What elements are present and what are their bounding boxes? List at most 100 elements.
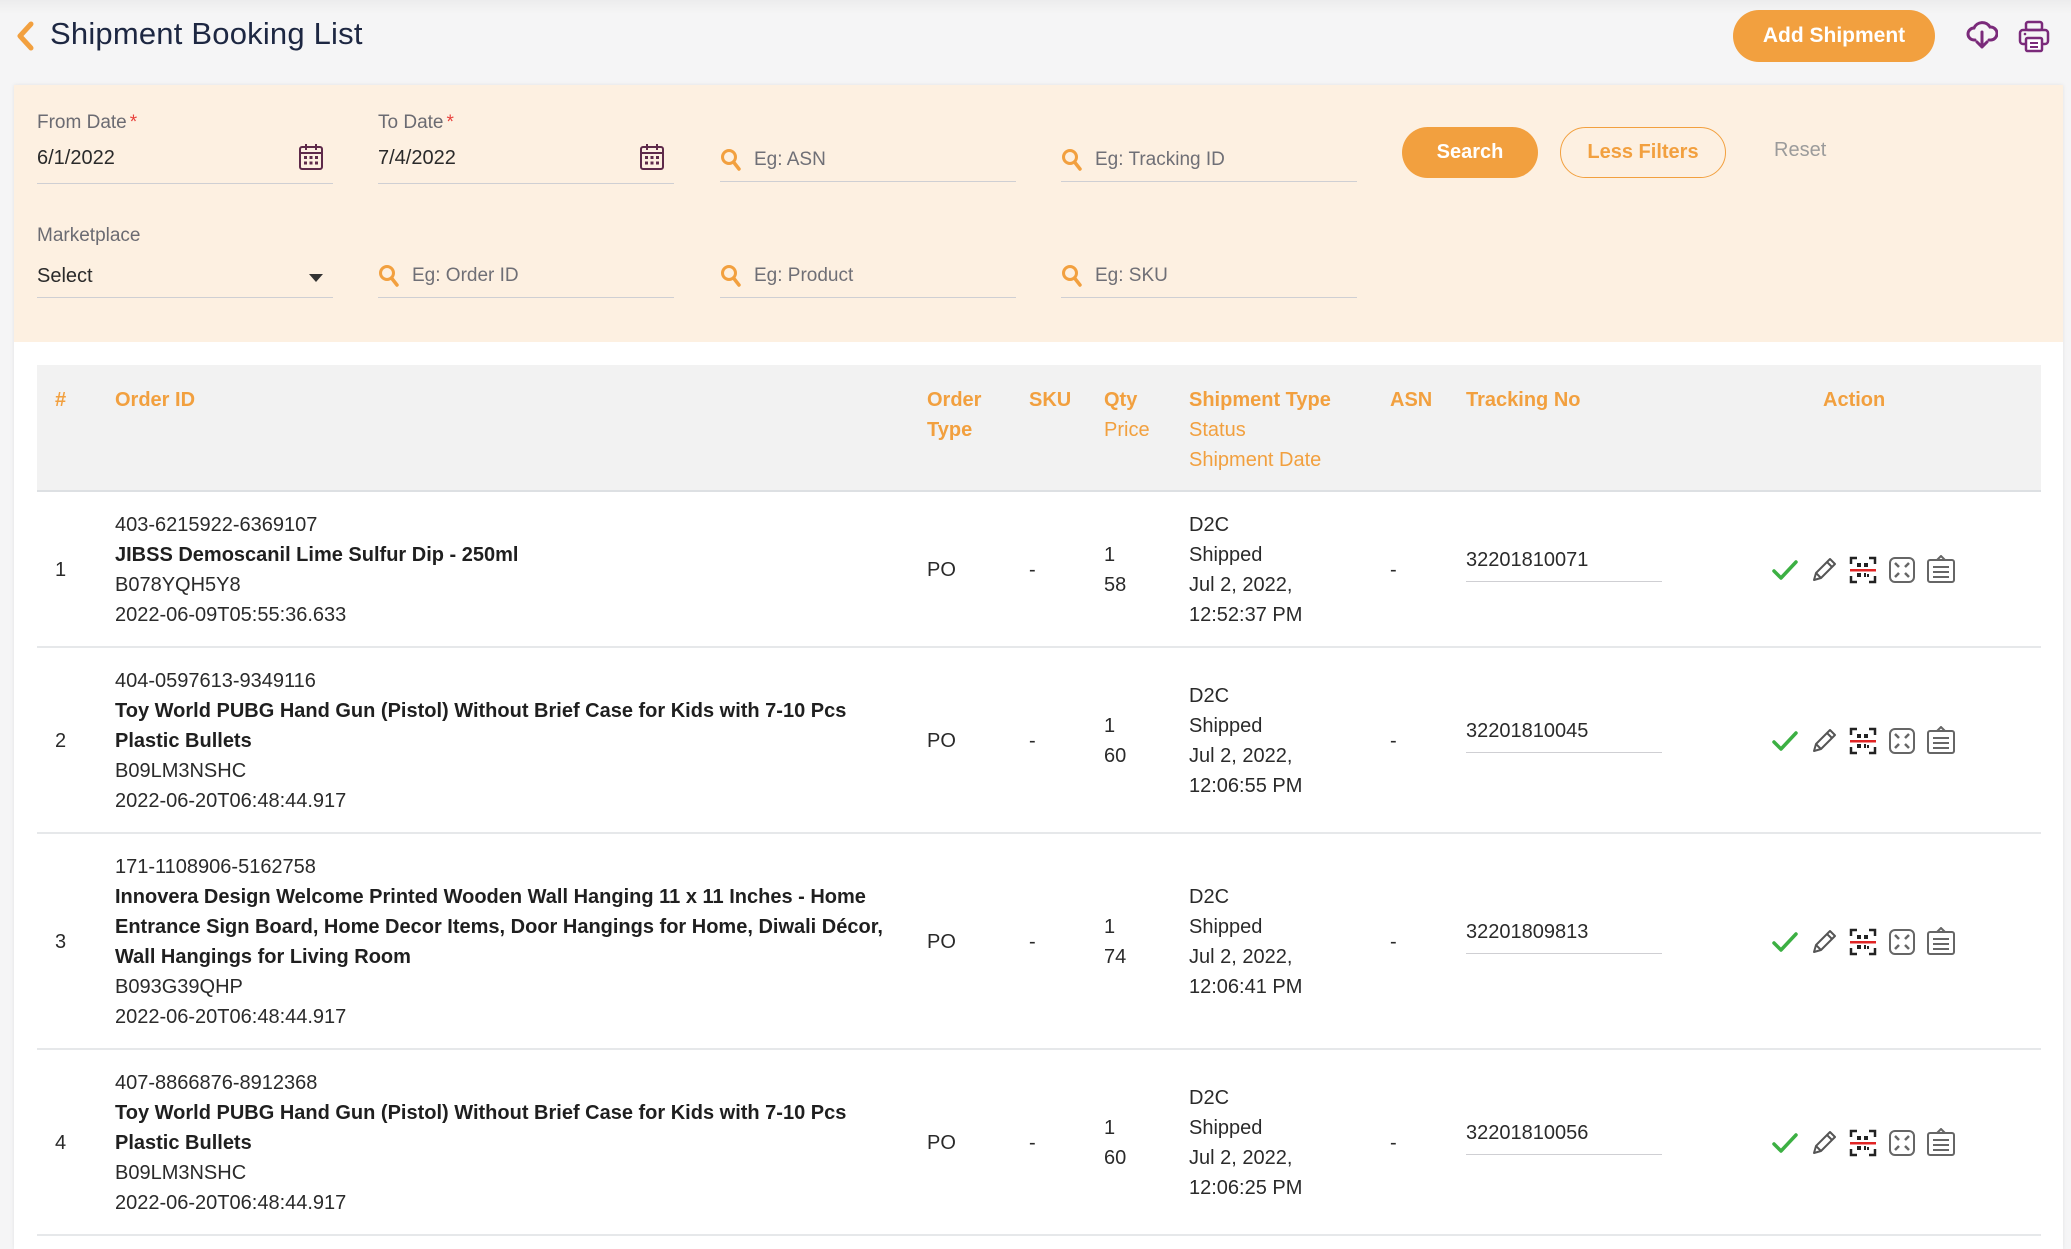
expand-icon[interactable] bbox=[1887, 726, 1917, 756]
expand-icon[interactable] bbox=[1887, 1128, 1917, 1158]
barcode-scan-icon[interactable] bbox=[1848, 555, 1878, 585]
tracking-no-value[interactable]: 32201810056 bbox=[1466, 1118, 1662, 1155]
product-underline bbox=[720, 297, 1016, 298]
tracking-id-input[interactable] bbox=[1095, 142, 1353, 178]
edit-pencil-icon[interactable] bbox=[1809, 1128, 1839, 1158]
check-icon[interactable] bbox=[1770, 555, 1800, 585]
shipment-cell: D2C Shipped Jul 2, 2022, 12:06:25 PM bbox=[1189, 1083, 1302, 1203]
to-date-value[interactable]: 7/4/2022 bbox=[378, 147, 456, 170]
shipment-date: Jul 2, 2022, bbox=[1189, 745, 1293, 767]
check-icon[interactable] bbox=[1770, 1128, 1800, 1158]
search-icon bbox=[1062, 149, 1082, 171]
chevron-left-icon[interactable] bbox=[14, 20, 38, 52]
shipment-type: D2C bbox=[1189, 886, 1230, 908]
asn-input[interactable] bbox=[754, 142, 1012, 178]
calendar-icon[interactable] bbox=[298, 143, 324, 171]
tracking-no-field[interactable]: 32201809813 bbox=[1466, 917, 1662, 954]
search-button[interactable]: Search bbox=[1402, 127, 1538, 178]
order-id-search-field[interactable] bbox=[378, 258, 674, 298]
marketplace-select[interactable]: Marketplace Select bbox=[37, 225, 333, 298]
sku-search-field[interactable] bbox=[1061, 258, 1357, 298]
order-id-input[interactable] bbox=[412, 258, 670, 294]
price-value: 60 bbox=[1104, 1147, 1127, 1169]
expand-icon[interactable] bbox=[1887, 927, 1917, 957]
shipment-status: Shipped bbox=[1189, 1117, 1263, 1139]
product-name: Toy World PUBG Hand Gun (Pistol) Without… bbox=[115, 696, 915, 756]
product-name-line: Plastic Bullets bbox=[115, 1132, 252, 1154]
top-bar: Shipment Booking List Add Shipment bbox=[0, 0, 2071, 80]
edit-pencil-icon[interactable] bbox=[1809, 555, 1839, 585]
search-icon bbox=[1062, 265, 1082, 287]
order-cell: 403-6215922-6369107 JIBSS Demoscanil Lim… bbox=[115, 510, 915, 630]
tracking-no-field[interactable]: 32201810071 bbox=[1466, 545, 1662, 582]
table-row: 1 403-6215922-6369107 JIBSS Demoscanil L… bbox=[37, 492, 2041, 648]
order-date: 2022-06-20T06:48:44.917 bbox=[115, 1006, 347, 1028]
product-asin: B09LM3NSHC bbox=[115, 760, 247, 782]
from-date-label: From Date * bbox=[37, 112, 138, 133]
shipment-status: Shipped bbox=[1189, 544, 1263, 566]
tracking-no-field[interactable]: 32201810045 bbox=[1466, 716, 1662, 753]
tracking-no-field[interactable]: 32201810056 bbox=[1466, 1118, 1662, 1155]
chevron-down-icon[interactable] bbox=[309, 274, 323, 282]
clipboard-list-icon[interactable] bbox=[1926, 927, 1956, 957]
asn-search-field[interactable] bbox=[720, 142, 1016, 182]
asn-value: - bbox=[1390, 730, 1397, 752]
sku-value: - bbox=[1029, 1132, 1036, 1154]
table-body: 1 403-6215922-6369107 JIBSS Demoscanil L… bbox=[37, 492, 2041, 1236]
marketplace-label: Marketplace bbox=[37, 225, 141, 246]
order-date: 2022-06-09T05:55:36.633 bbox=[115, 604, 347, 626]
order-type: PO bbox=[927, 730, 956, 752]
product-asin: B078YQH5Y8 bbox=[115, 574, 241, 596]
product-name-line: Toy World PUBG Hand Gun (Pistol) Without… bbox=[115, 1102, 847, 1124]
order-type: PO bbox=[927, 931, 956, 953]
edit-pencil-icon[interactable] bbox=[1809, 927, 1839, 957]
barcode-scan-icon[interactable] bbox=[1848, 726, 1878, 756]
product-input[interactable] bbox=[754, 258, 1012, 294]
shipment-date: Jul 2, 2022, bbox=[1189, 1147, 1293, 1169]
barcode-scan-icon[interactable] bbox=[1848, 927, 1878, 957]
tracking-search-field[interactable] bbox=[1061, 142, 1357, 182]
check-icon[interactable] bbox=[1770, 726, 1800, 756]
from-date-field[interactable]: From Date * 6/1/2022 bbox=[37, 112, 333, 184]
col-qty-price: Qty Price bbox=[1104, 389, 1150, 441]
barcode-scan-icon[interactable] bbox=[1848, 1128, 1878, 1158]
table-row: 2 404-0597613-9349116 Toy World PUBG Han… bbox=[37, 648, 2041, 834]
shipment-cell: D2C Shipped Jul 2, 2022, 12:06:41 PM bbox=[1189, 882, 1302, 1002]
col-shipment: Shipment Type Status Shipment Date bbox=[1189, 389, 1331, 471]
edit-pencil-icon[interactable] bbox=[1809, 726, 1839, 756]
shipment-table: # Order ID Order Type SKU Qty Price Ship… bbox=[37, 365, 2041, 1236]
qty-price-cell: 1 58 bbox=[1104, 540, 1126, 600]
sku-input[interactable] bbox=[1095, 258, 1353, 294]
product-search-field[interactable] bbox=[720, 258, 1016, 298]
row-actions bbox=[1770, 927, 1956, 957]
product-name-line: Toy World PUBG Hand Gun (Pistol) Without… bbox=[115, 700, 847, 722]
product-name: JIBSS Demoscanil Lime Sulfur Dip - 250ml bbox=[115, 540, 915, 570]
clipboard-list-icon[interactable] bbox=[1926, 1128, 1956, 1158]
reset-button[interactable]: Reset bbox=[1774, 139, 1826, 162]
tracking-no-value[interactable]: 32201810071 bbox=[1466, 545, 1662, 582]
calendar-icon[interactable] bbox=[639, 143, 665, 171]
shipment-type: D2C bbox=[1189, 685, 1230, 707]
printer-icon[interactable] bbox=[2018, 20, 2050, 54]
page-title: Shipment Booking List bbox=[50, 16, 363, 51]
marketplace-value[interactable]: Select bbox=[37, 265, 93, 288]
order-date: 2022-06-20T06:48:44.917 bbox=[115, 790, 347, 812]
clipboard-list-icon[interactable] bbox=[1926, 726, 1956, 756]
order-cell: 407-8866876-8912368 Toy World PUBG Hand … bbox=[115, 1068, 915, 1218]
to-date-field[interactable]: To Date * 7/4/2022 bbox=[378, 112, 674, 184]
less-filters-button[interactable]: Less Filters bbox=[1560, 127, 1726, 178]
check-icon[interactable] bbox=[1770, 927, 1800, 957]
tracking-no-value[interactable]: 32201810045 bbox=[1466, 716, 1662, 753]
from-date-value[interactable]: 6/1/2022 bbox=[37, 147, 115, 170]
shipment-type: D2C bbox=[1189, 1087, 1230, 1109]
sku-value: - bbox=[1029, 559, 1036, 581]
col-order-id: Order ID bbox=[115, 389, 196, 411]
tracking-no-value[interactable]: 32201809813 bbox=[1466, 917, 1662, 954]
add-shipment-button[interactable]: Add Shipment bbox=[1733, 10, 1935, 62]
shipment-time: 12:06:25 PM bbox=[1189, 1177, 1303, 1199]
clipboard-list-icon[interactable] bbox=[1926, 555, 1956, 585]
order-id: 403-6215922-6369107 bbox=[115, 514, 318, 536]
row-actions bbox=[1770, 555, 1956, 585]
expand-icon[interactable] bbox=[1887, 555, 1917, 585]
cloud-download-icon[interactable] bbox=[1966, 18, 1998, 52]
